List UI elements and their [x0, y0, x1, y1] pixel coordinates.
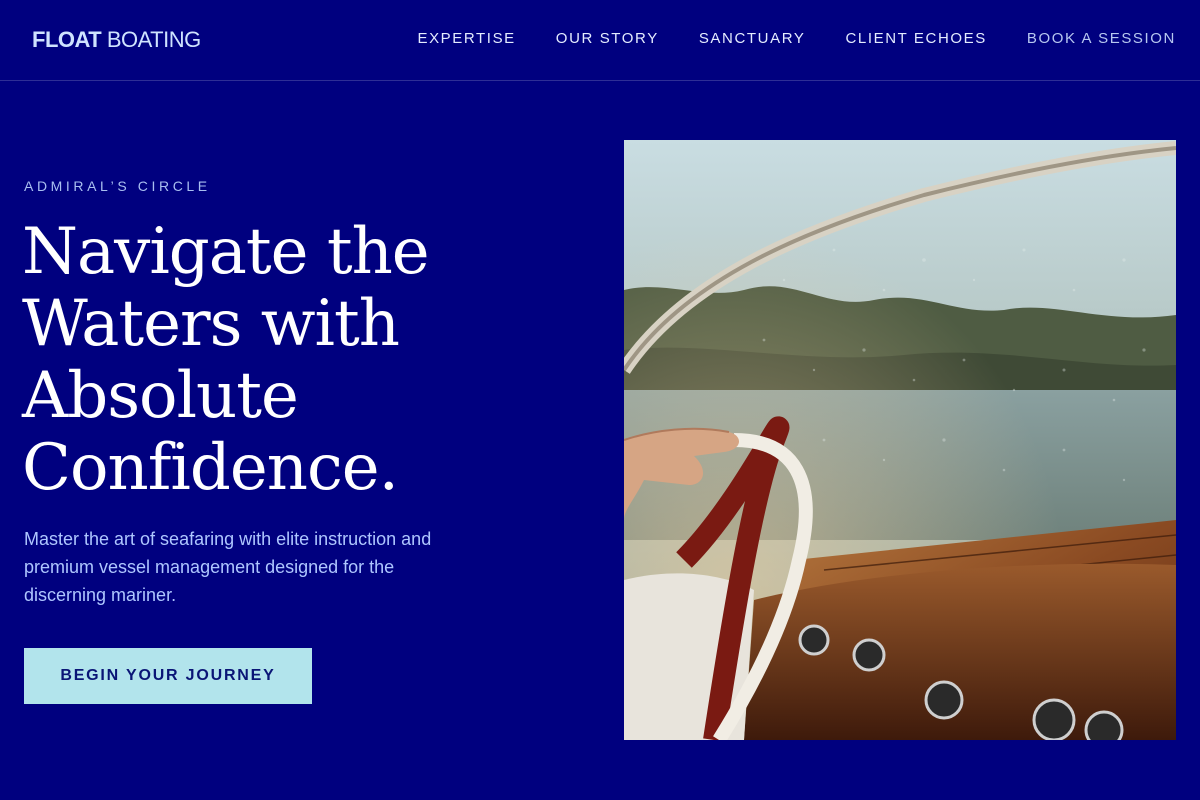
- nav-link-expertise[interactable]: EXPERTISE: [417, 30, 515, 48]
- nav-link-client-echoes[interactable]: CLIENT ECHOES: [845, 30, 986, 48]
- hero-eyebrow: ADMIRAL’S CIRCLE: [24, 178, 211, 194]
- main-nav: EXPERTISE OUR STORY SANCTUARY CLIENT ECH…: [417, 30, 1176, 48]
- brand-logo[interactable]: FLOAT BOATING: [32, 26, 201, 54]
- nav-link-book-session[interactable]: BOOK A SESSION: [1027, 30, 1176, 48]
- begin-journey-button[interactable]: BEGIN YOUR JOURNEY: [24, 648, 312, 704]
- nav-link-sanctuary[interactable]: SANCTUARY: [699, 30, 806, 48]
- hero-subtext: Master the art of seafaring with elite i…: [24, 529, 432, 605]
- brand-name-light: BOATING: [106, 27, 201, 52]
- hero-image: [624, 140, 1176, 740]
- site-header: FLOAT BOATING EXPERTISE OUR STORY SANCTU…: [0, 0, 1200, 81]
- brand-name-bold: FLOAT: [32, 27, 102, 52]
- nav-link-our-story[interactable]: OUR STORY: [556, 30, 659, 48]
- boat-steering-wheel-photo: [624, 140, 1176, 740]
- hero-headline: Navigate the Waters with Absolute Confid…: [22, 215, 430, 505]
